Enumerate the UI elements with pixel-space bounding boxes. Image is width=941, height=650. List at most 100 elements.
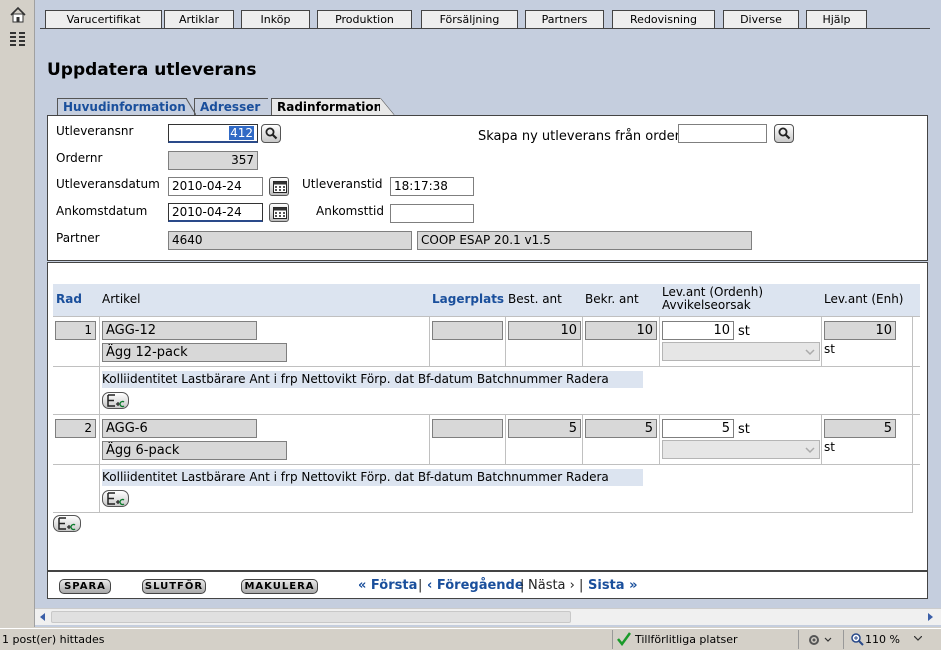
utleveransdatum-calendar-button[interactable] (269, 177, 289, 196)
col-divider (912, 316, 913, 512)
zoom-pane[interactable]: 110 % (843, 630, 941, 649)
col-lev-ordenh: Lev.ant (Ordenh) Avvikelseorsak (659, 284, 821, 316)
settings-gear-icon[interactable] (807, 633, 835, 647)
menu-tab-artiklar[interactable]: Artiklar (164, 10, 234, 29)
status-text: 1 post(er) hittades (2, 633, 105, 646)
partner-label: Partner (56, 231, 100, 245)
row1-sub-header: Kolliidentitet Lastbärare Ant i frp Nett… (102, 371, 643, 388)
menu-tab-produktion[interactable]: Produktion (317, 10, 412, 29)
row1-unit2: st (824, 342, 835, 356)
horizontal-scrollbar[interactable] (35, 608, 941, 625)
col-divider (582, 316, 583, 366)
row2-lev-enh: 5 (824, 419, 896, 438)
pagination-separator: | (579, 578, 584, 593)
row1-bekr-ant: 10 (585, 321, 657, 340)
privacy-pane[interactable] (798, 630, 841, 649)
security-zone-label: Tillförlitliga platser (635, 633, 738, 646)
col-divider (821, 316, 822, 366)
tab-adresser[interactable]: Adresser (194, 98, 268, 115)
chevron-down-icon (914, 636, 922, 641)
col-divider (821, 414, 822, 464)
previous-page-link[interactable]: ‹ Föregående (427, 578, 524, 593)
col-divider (99, 316, 100, 512)
tab-huvudinformation[interactable]: Huvudinformation (57, 98, 187, 115)
row2-lagerplats (432, 419, 503, 438)
row1-artikel: AGG-12 (102, 321, 257, 340)
pagination-separator: | (520, 578, 525, 593)
spara-button[interactable]: SPARA (59, 579, 111, 594)
row2-artikel: AGG-6 (102, 419, 257, 438)
add-row-button[interactable] (53, 515, 81, 532)
left-toolbar (0, 0, 35, 627)
makulera-button[interactable]: MAKULERA (241, 579, 318, 594)
skapa-order-input[interactable] (678, 124, 767, 143)
scroll-left-icon[interactable] (38, 612, 48, 622)
menu-tab-varucertifikat[interactable]: Varucertifikat (45, 10, 162, 29)
ankomstdatum-input[interactable]: 2010-04-24 (168, 203, 263, 222)
add-row-icon (107, 492, 125, 506)
row1-lev-ant-input[interactable]: 10 (662, 321, 734, 340)
row2-add-kolli-button[interactable] (102, 490, 129, 507)
zoom-level: 110 % (865, 633, 900, 646)
row2-rad: 2 (55, 419, 96, 438)
utleveransnr-input[interactable]: 412 (168, 124, 258, 143)
tab-radinformation[interactable]: Radinformation (271, 98, 382, 115)
row1-rad: 1 (55, 321, 96, 340)
col-lagerplats[interactable]: Lagerplats (429, 284, 505, 316)
menu-tab-diverse[interactable]: Diverse (723, 10, 799, 29)
scroll-right-icon[interactable] (925, 612, 935, 622)
col-rad[interactable]: Rad (53, 284, 99, 316)
search-order-button[interactable] (774, 124, 794, 143)
zoom-icon (851, 633, 864, 646)
utleveranstid-input[interactable]: 18:17:38 (390, 177, 474, 196)
skapa-label: Skapa ny utleverans från order (478, 129, 680, 144)
ankomstdatum-calendar-button[interactable] (269, 203, 289, 222)
first-page-link[interactable]: « Första (358, 578, 417, 593)
row1-avvikelse-select[interactable] (662, 342, 820, 361)
list-icon[interactable] (10, 32, 26, 49)
row2-sub-header: Kolliidentitet Lastbärare Ant i frp Nett… (102, 469, 643, 486)
menu-tab-forsaljning[interactable]: Försäljning (421, 10, 518, 29)
security-zone: Tillförlitliga platser (612, 630, 795, 649)
menu-tab-inkop[interactable]: Inköp (241, 10, 310, 29)
ankomsttid-input[interactable] (390, 204, 474, 223)
col-best-ant: Best. ant (505, 284, 582, 316)
row2-avvikelse-select[interactable] (662, 440, 820, 459)
add-row-icon (58, 517, 76, 531)
row1-best-ant: 10 (508, 321, 581, 340)
pagination-separator: | (418, 578, 423, 593)
col-artikel: Artikel (99, 284, 429, 316)
search-icon (778, 127, 791, 140)
slutfor-button[interactable]: SLUTFÖR (142, 579, 206, 594)
row1-unit: st (738, 324, 750, 339)
row-divider (53, 464, 920, 465)
utleveranstid-label: Utleveranstid (302, 177, 383, 191)
search-icon (265, 127, 278, 140)
page-title: Uppdatera utleverans (47, 60, 257, 80)
checkmark-icon (617, 632, 631, 646)
utleveransnr-label: Utleveransnr (56, 124, 134, 138)
utleveransdatum-input[interactable]: 2010-04-24 (168, 177, 263, 196)
col-avvikelse-label: Avvikelseorsak (662, 298, 751, 312)
row-divider (53, 414, 920, 415)
row1-lagerplats (432, 321, 503, 340)
home-icon[interactable] (9, 6, 27, 27)
menu-tab-redovisning[interactable]: Redovisning (612, 10, 715, 29)
next-page-text: Nästa › (528, 578, 575, 593)
search-utleverans-button[interactable] (261, 124, 281, 143)
scroll-thumb[interactable] (51, 611, 571, 623)
col-divider (659, 414, 660, 464)
ankomstdatum-label: Ankomstdatum (56, 204, 148, 218)
row2-lev-ant-input[interactable]: 5 (662, 419, 734, 438)
menu-tab-partners[interactable]: Partners (525, 10, 604, 29)
ordernr-label: Ordernr (56, 151, 103, 165)
last-page-link[interactable]: Sista » (588, 578, 637, 593)
row1-add-kolli-button[interactable] (102, 392, 129, 409)
row-divider (53, 512, 913, 513)
chevron-down-icon (805, 349, 815, 356)
menu-divider (40, 28, 930, 29)
menu-tab-hjalp[interactable]: Hjälp (806, 10, 867, 29)
col-divider (659, 316, 660, 366)
row2-bekr-ant: 5 (585, 419, 657, 438)
col-divider (505, 316, 506, 366)
